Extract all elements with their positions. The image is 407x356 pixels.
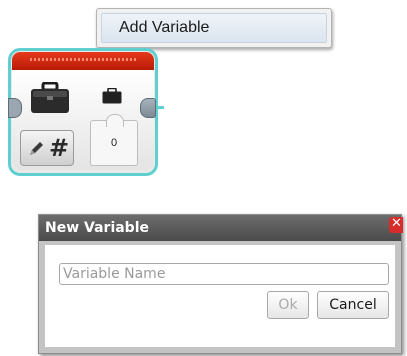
variable-name-input[interactable]: [59, 263, 389, 285]
sequence-wire: [156, 106, 164, 109]
value-input[interactable]: 0: [90, 114, 138, 166]
close-button[interactable]: ✕: [389, 216, 403, 233]
cancel-button[interactable]: Cancel: [317, 291, 389, 319]
menu-item-add-variable[interactable]: Add Variable: [101, 13, 327, 43]
dialog-content: Ok Cancel: [45, 245, 395, 347]
mode-selector-button[interactable]: #: [20, 130, 74, 166]
dialog-titlebar[interactable]: New Variable ✕: [39, 215, 403, 241]
briefcase-icon: [31, 82, 69, 113]
new-variable-dialog: New Variable ✕ Ok Cancel: [38, 214, 403, 354]
hash-icon: #: [49, 134, 70, 162]
context-menu: Add Variable: [96, 8, 332, 48]
variable-block[interactable]: # 0: [6, 46, 164, 178]
sequence-plug-in[interactable]: [8, 98, 22, 118]
ok-button[interactable]: Ok: [267, 291, 309, 319]
block-header: [12, 52, 154, 70]
dialog-title: New Variable: [45, 220, 150, 236]
close-icon: ✕: [391, 216, 402, 231]
small-briefcase-icon: [102, 88, 122, 104]
value-text: 0: [110, 137, 118, 149]
pencil-icon: [30, 142, 43, 155]
sequence-plug-out[interactable]: [140, 98, 156, 118]
menu-item-label: Add Variable: [119, 19, 210, 36]
